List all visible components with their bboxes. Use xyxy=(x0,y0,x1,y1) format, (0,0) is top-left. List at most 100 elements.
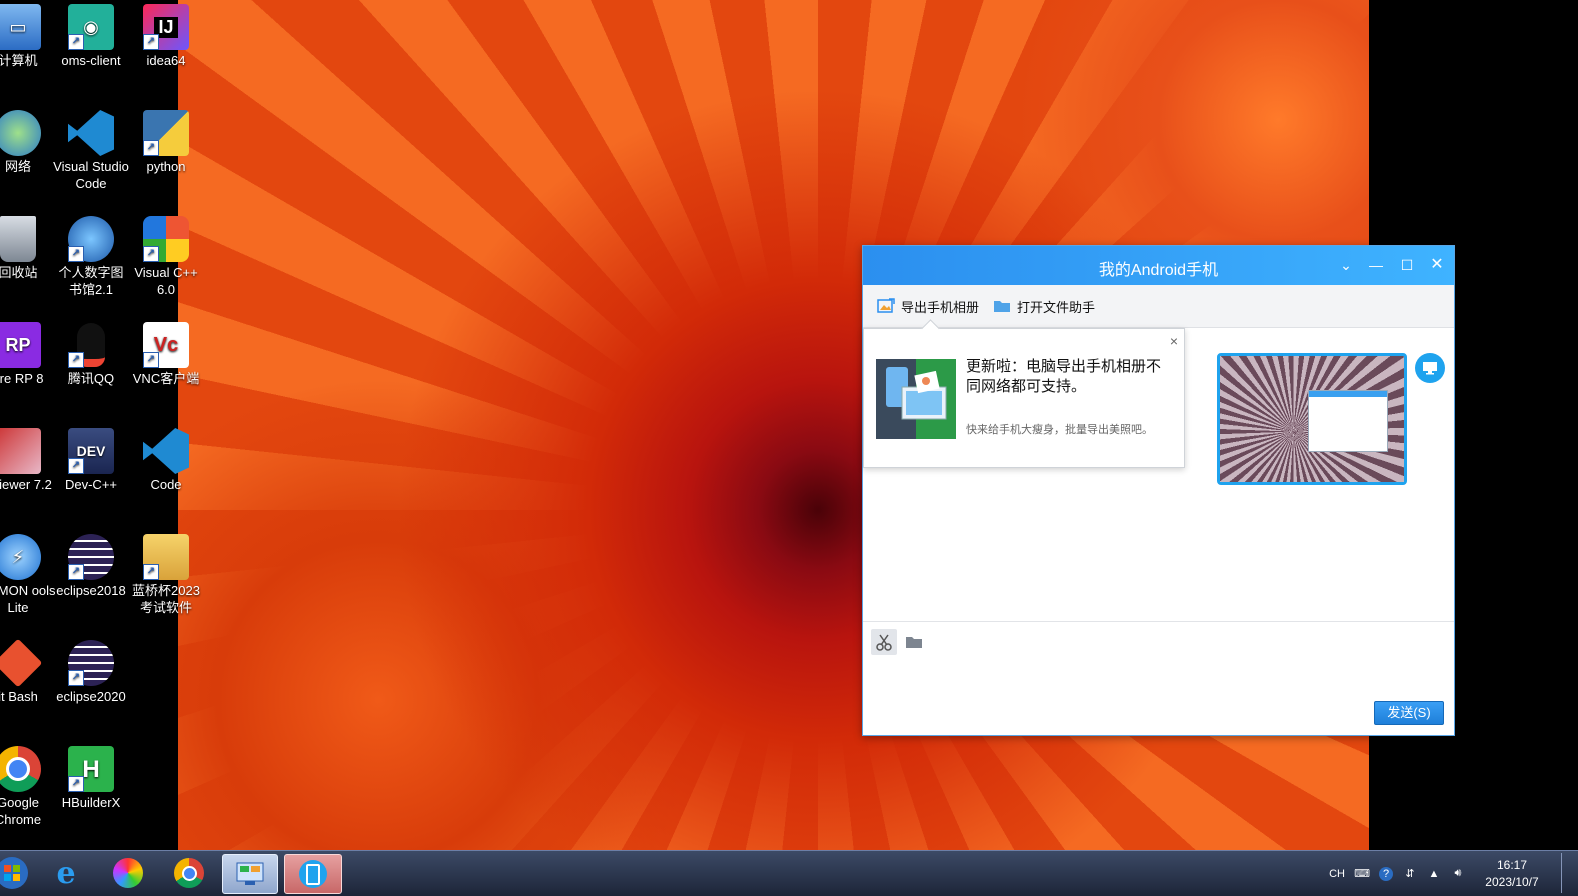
send-button[interactable]: 发送(S) xyxy=(1374,701,1444,725)
eclipse-icon: ↗ xyxy=(68,640,114,686)
hbuilderx-icon: H ↗ xyxy=(68,746,114,792)
taskbar-clock[interactable]: 16:17 2023/10/7 xyxy=(1470,857,1554,891)
desktop-icon-recycle-bin[interactable]: 回收站 xyxy=(0,212,56,281)
desktop-icon-lanqiao[interactable]: ↗ 蓝桥杯2023考试软件 xyxy=(128,530,204,616)
desktop-icon-oms-client[interactable]: ◉ ↗ oms-client xyxy=(53,0,129,69)
chrome-icon xyxy=(174,858,204,888)
desktop-icon-idea64[interactable]: IJ ↗ idea64 xyxy=(128,0,204,69)
volume-icon[interactable]: 🔊︎ xyxy=(1451,867,1465,881)
my-computer-avatar xyxy=(1415,353,1445,383)
popup-title: 更新啦：电脑导出手机相册不同网络都可支持。 xyxy=(966,358,1162,395)
desktop-icon-label: 回收站 xyxy=(0,265,38,280)
desktop-icon-label: 个人数字图书馆2.1 xyxy=(58,265,124,297)
chrome-icon xyxy=(0,746,41,792)
update-notice-popup: × 更新啦：电脑导出手机相册不同网络都可支持。 快来给手机大瘦身，批量导出美照吧… xyxy=(863,319,1185,468)
help-icon[interactable]: ? xyxy=(1379,866,1393,881)
desktop-icon-chrome[interactable]: Google Chrome xyxy=(0,742,56,828)
screenshot-scissors-button[interactable] xyxy=(871,629,897,655)
daemon-tools-icon: ⚡ xyxy=(0,534,41,580)
export-album-button[interactable]: 导出手机相册 xyxy=(877,297,979,316)
sent-screenshot-thumbnail[interactable] xyxy=(1217,353,1407,485)
folder-icon xyxy=(994,301,1011,312)
network-icon[interactable]: ⇵ xyxy=(1403,867,1417,881)
send-file-button[interactable] xyxy=(901,629,927,655)
desktop-icon-label: eclipse2020 xyxy=(56,689,126,704)
show-hidden-icons-arrow-icon[interactable]: ▲ xyxy=(1427,867,1441,881)
desktop-icon-vscode[interactable]: Visual Studio Code xyxy=(53,106,129,192)
desktop-icon-label: oms-client xyxy=(61,53,121,68)
window-titlebar[interactable]: 我的Android手机 ⌄ — ☐ ✕ xyxy=(863,246,1454,285)
desktop-icon-git-bash[interactable]: it Bash xyxy=(0,636,56,705)
visual-cpp-icon: ↗ xyxy=(143,216,189,262)
desktop-icon-label: Google Chrome xyxy=(0,795,42,827)
desktop-icon-label: VNC客户端 xyxy=(132,371,200,386)
desktop-icon-visual-cpp[interactable]: ↗ Visual C++ 6.0 xyxy=(128,212,204,298)
maximize-button[interactable]: ☐ xyxy=(1397,255,1417,275)
desktop-icon-label: eclipse2018 xyxy=(56,583,126,598)
popup-subtitle: 快来给手机大瘦身，批量导出美照吧。 xyxy=(966,424,1153,436)
taskbar-chrome[interactable] xyxy=(163,854,215,892)
close-button[interactable]: ✕ xyxy=(1427,255,1447,275)
computer-icon: ▭ xyxy=(0,4,41,50)
input-toolbar xyxy=(871,628,931,656)
thumbnail-window xyxy=(1308,390,1388,452)
desktop-icon-label: ure RP 8 xyxy=(0,371,44,386)
control-panel-icon xyxy=(236,862,264,885)
desktop-icon-devcpp[interactable]: DEV ↗ Dev-C++ xyxy=(53,424,129,493)
desktop-icon-qq[interactable]: ↗ 腾讯QQ xyxy=(53,318,129,387)
keyboard-icon[interactable]: ⌨ xyxy=(1354,867,1370,881)
input-divider xyxy=(863,621,1454,622)
open-file-helper-label: 打开文件助手 xyxy=(1017,299,1096,315)
desktop-icon-eclipse2018[interactable]: ↗ eclipse2018 xyxy=(53,530,129,599)
scissors-icon xyxy=(876,634,892,651)
cajviewer-icon xyxy=(0,428,41,474)
taskbar-internet-explorer[interactable]: e xyxy=(40,854,92,892)
desktop-icon-cajviewer[interactable]: JViewer 7.2 xyxy=(0,424,56,493)
intellij-icon: IJ ↗ xyxy=(143,4,189,50)
dropdown-chevron-icon[interactable]: ⌄ xyxy=(1336,255,1356,275)
taskbar-control-panel[interactable] xyxy=(222,854,278,894)
export-album-icon xyxy=(877,298,895,313)
desktop-icon-network[interactable]: 网络 xyxy=(0,106,56,175)
desktop-icon-digital-library[interactable]: ↗ 个人数字图书馆2.1 xyxy=(53,212,129,298)
window-toolbar: 导出手机相册 打开文件助手 xyxy=(863,285,1454,328)
devcpp-icon: DEV ↗ xyxy=(68,428,114,474)
vscode-icon xyxy=(143,428,189,474)
desktop-icon-vnc[interactable]: Vc ↗ VNC客户端 xyxy=(128,318,204,387)
taskbar-photos-app[interactable] xyxy=(102,854,154,892)
desktop-icon-daemon-tools[interactable]: ⚡ AEMON ools Lite xyxy=(0,530,56,616)
desktop-icon-eclipse2020[interactable]: ↗ eclipse2020 xyxy=(53,636,129,705)
android-phone-window[interactable]: 我的Android手机 ⌄ — ☐ ✕ 导出手机相册 打开文件助手 × 更新啦：… xyxy=(862,245,1455,736)
desktop-icon-label: JViewer 7.2 xyxy=(0,477,52,492)
desktop-icon-label: 网络 xyxy=(4,159,31,174)
taskbar-android-phone-window[interactable] xyxy=(284,854,342,894)
start-button[interactable] xyxy=(0,854,38,892)
windows-start-icon xyxy=(0,857,28,889)
album-export-illustration-icon xyxy=(876,359,956,439)
desktop-icon-label: HBuilderX xyxy=(61,795,121,810)
desktop-icon-axure[interactable]: RP ure RP 8 xyxy=(0,318,56,387)
popup-close-button[interactable]: × xyxy=(1170,333,1178,349)
desktop-icon-label: python xyxy=(146,159,186,174)
show-desktop-button[interactable] xyxy=(1561,853,1572,893)
system-tray: CH ⌨ ? ⇵ ▲ 🔊︎ 16:17 2023/10/7 xyxy=(1324,851,1578,896)
desktop-icon-label: it Bash xyxy=(0,689,38,704)
desktop-icon-computer[interactable]: ▭ 计算机 xyxy=(0,0,56,69)
vnc-icon: Vc ↗ xyxy=(143,322,189,368)
lanqiao-icon: ↗ xyxy=(143,534,189,580)
desktop-icon-code[interactable]: Code xyxy=(128,424,204,493)
desktop-icon-label: Dev-C++ xyxy=(64,477,118,492)
oms-client-icon: ◉ ↗ xyxy=(68,4,114,50)
phone-icon xyxy=(299,860,327,888)
desktop-icon-label: 计算机 xyxy=(0,53,38,68)
minimize-button[interactable]: — xyxy=(1366,255,1386,275)
export-album-label: 导出手机相册 xyxy=(901,299,980,315)
desktop-icon-python[interactable]: ↗ python xyxy=(128,106,204,175)
open-file-helper-button[interactable]: 打开文件助手 xyxy=(993,297,1095,316)
digital-library-icon: ↗ xyxy=(68,216,114,262)
input-language-indicator[interactable]: CH xyxy=(1329,867,1345,881)
desktop-icon-label: Visual C++ 6.0 xyxy=(134,265,198,297)
desktop-icon-label: Visual Studio Code xyxy=(53,159,129,191)
desktop-icon-hbuilderx[interactable]: H ↗ HBuilderX xyxy=(53,742,129,811)
network-globe-icon xyxy=(0,110,41,156)
